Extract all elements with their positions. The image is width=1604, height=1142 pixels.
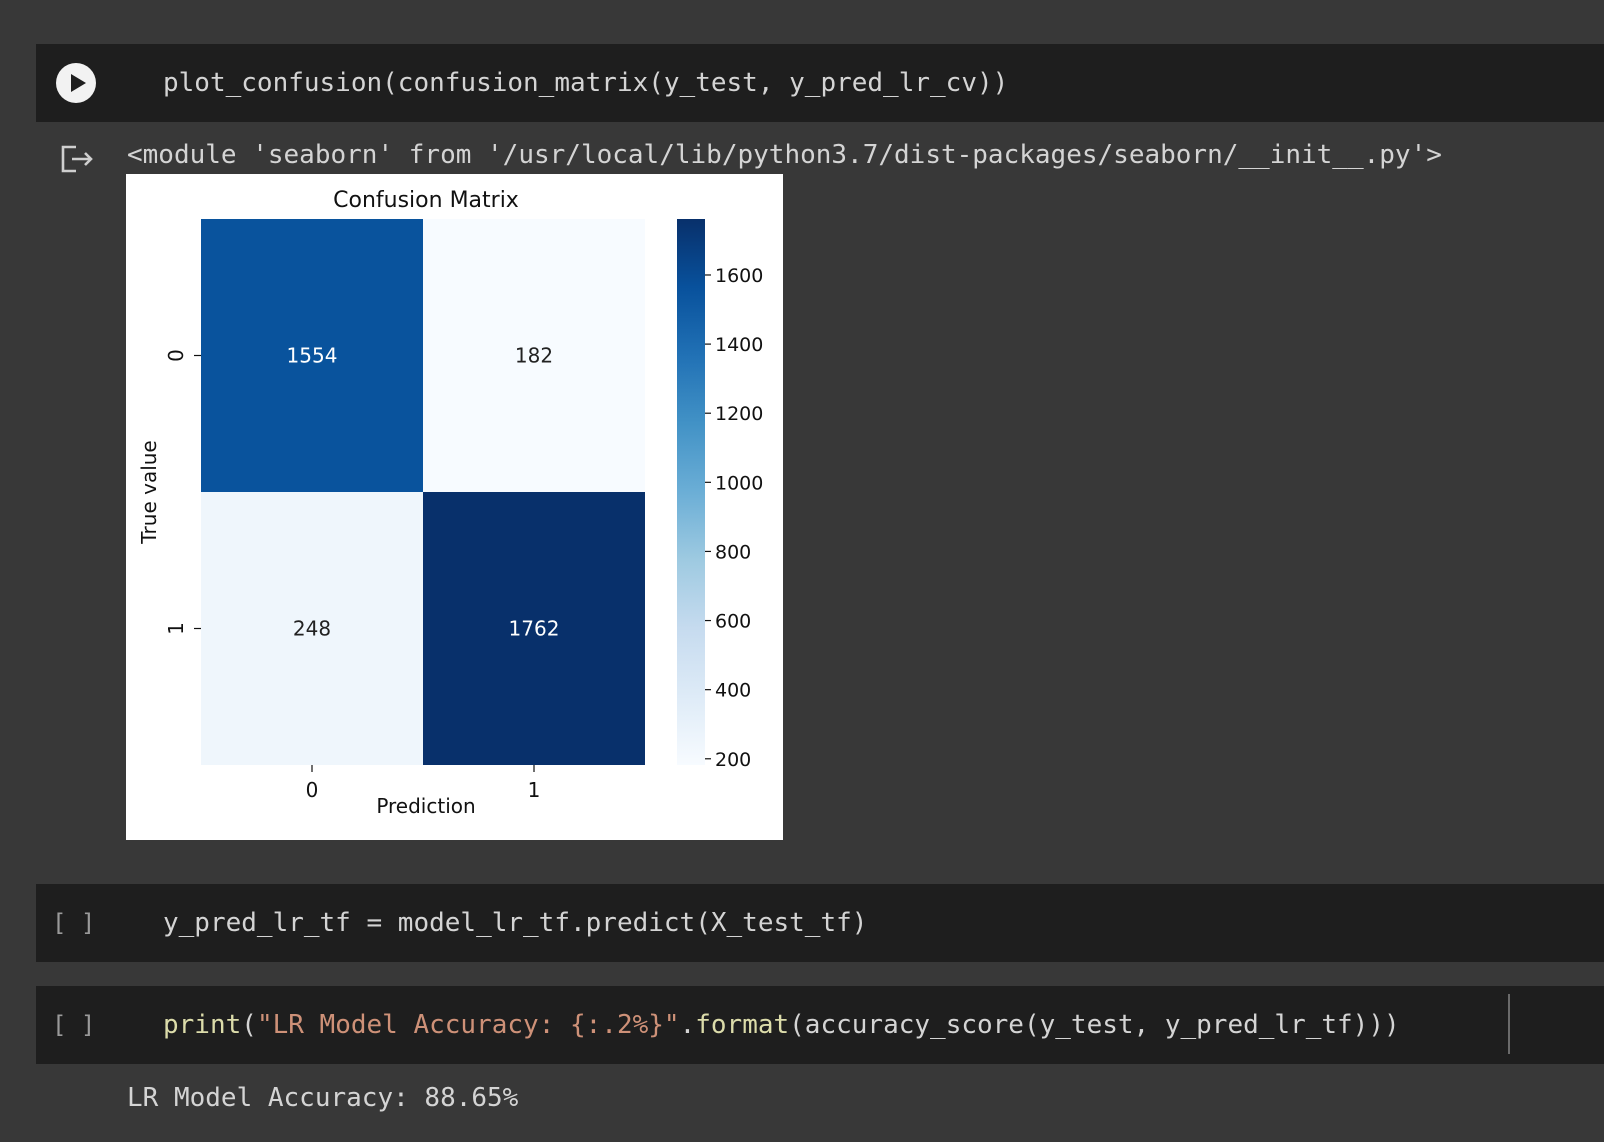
code-cell-plot-confusion[interactable]: plot_confusion(confusion_matrix(y_test, … bbox=[36, 44, 1604, 122]
output-arrow-icon bbox=[61, 145, 93, 173]
heatmap-cell-label: 248 bbox=[293, 617, 331, 641]
colorbar-tick-label: 1000 bbox=[715, 472, 763, 494]
colorbar-tick-label: 200 bbox=[715, 749, 751, 771]
x-axis-label: Prediction bbox=[376, 794, 475, 818]
code-token-function: print bbox=[163, 1010, 242, 1040]
colorbar-tick-label: 1600 bbox=[715, 265, 763, 287]
confusion-matrix-plot: Confusion Matrix 1554 182 248 1762 200 400 60… bbox=[126, 174, 783, 840]
cell-output-text: <module 'seaborn' from '/usr/local/lib/p… bbox=[127, 140, 1442, 170]
colorbar bbox=[677, 219, 705, 765]
colorbar-tick-label: 600 bbox=[715, 611, 751, 633]
colorbar-tick-label: 1400 bbox=[715, 334, 763, 356]
colorbar-tick-label: 800 bbox=[715, 541, 751, 563]
code-token-rest: (accuracy_score(y_test, y_pred_lr_tf))) bbox=[789, 1010, 1400, 1040]
code-line[interactable]: print("LR Model Accuracy: {:.2%}".format… bbox=[163, 986, 1400, 1064]
code-line[interactable]: y_pred_lr_tf = model_lr_tf.predict(X_tes… bbox=[163, 884, 867, 962]
code-token-method: format bbox=[695, 1010, 790, 1040]
heatmap-cell-label: 1554 bbox=[287, 344, 338, 368]
colorbar-tick-label: 400 bbox=[715, 680, 751, 702]
code-token-dot: . bbox=[679, 1010, 696, 1040]
text-cursor bbox=[1508, 994, 1510, 1054]
code-token-string: "LR Model Accuracy: {:.2%}" bbox=[256, 1010, 680, 1040]
chart-title: Confusion Matrix bbox=[333, 188, 519, 213]
heatmap-cell-label: 1762 bbox=[509, 617, 560, 641]
x-tick-label: 0 bbox=[306, 778, 319, 802]
x-tick-label: 1 bbox=[528, 778, 541, 802]
colorbar-tick-label: 1200 bbox=[715, 403, 763, 425]
execution-count: [ ] bbox=[52, 909, 96, 937]
y-axis-label: True value bbox=[137, 440, 161, 544]
y-tick-label: 0 bbox=[164, 349, 188, 362]
code-cell-accuracy[interactable]: [ ] print("LR Model Accuracy: {:.2%}".fo… bbox=[36, 986, 1604, 1064]
y-tick-label: 1 bbox=[164, 622, 188, 635]
code-token-paren: ( bbox=[241, 1010, 257, 1040]
code-line[interactable]: plot_confusion(confusion_matrix(y_test, … bbox=[163, 44, 1008, 122]
cell-output-text: LR Model Accuracy: 88.65% bbox=[127, 1083, 519, 1113]
heatmap-cell-label: 182 bbox=[515, 344, 553, 368]
execution-count: [ ] bbox=[52, 1011, 96, 1039]
confusion-matrix-chart: Confusion Matrix 1554 182 248 1762 200 400 60… bbox=[137, 188, 763, 818]
code-cell-predict[interactable]: [ ] y_pred_lr_tf = model_lr_tf.predict(X… bbox=[36, 884, 1604, 962]
play-circle-icon[interactable] bbox=[56, 63, 96, 103]
